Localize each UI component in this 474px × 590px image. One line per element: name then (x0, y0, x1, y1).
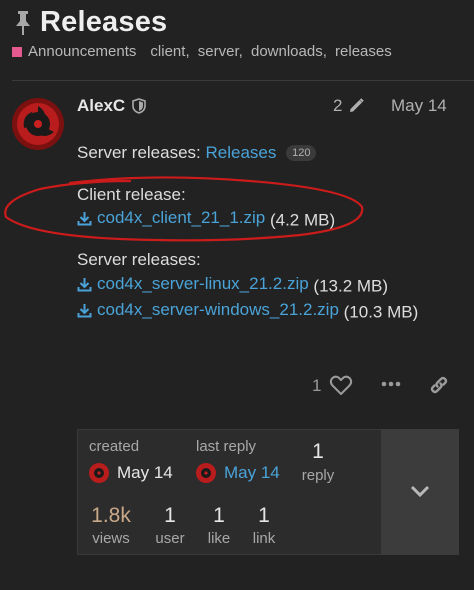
links-count: 1 (258, 504, 270, 527)
views-label: views (92, 530, 130, 547)
header-divider (12, 80, 474, 81)
client-download-link[interactable]: cod4x_client_21_1.zip (77, 208, 265, 228)
releases-link[interactable]: Releases (206, 143, 277, 162)
client-release-heading: Client release: (77, 185, 186, 204)
download-icon (77, 303, 92, 317)
views-count: 1.8k (91, 504, 131, 527)
download-icon (77, 277, 92, 291)
client-file-size: (4.2 MB) (269, 210, 336, 230)
users-count: 1 (164, 504, 176, 527)
edit-history-button[interactable]: 2 (333, 96, 365, 116)
created-label: created (89, 438, 140, 455)
like-count[interactable]: 1 (312, 376, 321, 396)
server-windows-file-size: (10.3 MB) (343, 302, 419, 322)
server-linux-download-link[interactable]: cod4x_server-linux_21.2.zip (77, 274, 309, 294)
created-date[interactable]: May 14 (117, 463, 173, 483)
tag-client[interactable]: client (150, 43, 185, 60)
heart-icon[interactable] (329, 374, 353, 396)
author-name[interactable]: AlexC (77, 96, 125, 116)
last-reply-avatar[interactable] (196, 463, 216, 483)
tag-server[interactable]: server (198, 43, 239, 60)
avatar[interactable] (12, 98, 64, 150)
replies-count: 1 (312, 440, 324, 463)
replies-label: reply (301, 467, 335, 484)
server-releases-heading: Server releases: (77, 250, 201, 269)
server-windows-file-name: cod4x_server-windows_21.2.zip (97, 300, 339, 319)
shield-icon (132, 98, 146, 114)
created-avatar[interactable] (89, 463, 109, 483)
category-link[interactable]: Announcements (28, 43, 136, 60)
server-windows-download-link[interactable]: cod4x_server-windows_21.2.zip (77, 300, 339, 320)
chevron-down-icon (410, 485, 430, 498)
users-label: user (155, 530, 185, 547)
server-linux-download-line: cod4x_server-linux_21.2.zip (13.2 MB) (77, 274, 388, 297)
edit-count: 2 (333, 96, 343, 115)
download-icon (77, 211, 92, 225)
client-file-name: cod4x_client_21_1.zip (97, 208, 266, 227)
tag-releases[interactable]: releases (335, 43, 392, 60)
tag-list: client, server, downloads, releases (150, 43, 392, 60)
pencil-icon (350, 98, 365, 112)
server-windows-download-line: cod4x_server-windows_21.2.zip (10.3 MB) (77, 300, 418, 323)
topic-meta: Announcements client, server, downloads,… (12, 43, 392, 60)
likes-label: like (207, 530, 231, 547)
post-author: AlexC (77, 96, 146, 116)
client-download-line: cod4x_client_21_1.zip (4.2 MB) (77, 208, 335, 231)
page-title[interactable]: Releases (40, 6, 167, 39)
link-click-count-badge: 120 (286, 145, 317, 161)
server-releases-line: Server releases: Releases 120 (77, 143, 317, 163)
link-icon[interactable] (428, 374, 450, 396)
topic-header: Releases (12, 6, 167, 39)
server-linux-file-name: cod4x_server-linux_21.2.zip (97, 274, 309, 293)
last-reply-date[interactable]: May 14 (224, 463, 280, 483)
server-linux-file-size: (13.2 MB) (313, 276, 389, 296)
likes-count: 1 (213, 504, 225, 527)
links-label: link (252, 530, 276, 547)
pin-icon (16, 10, 30, 35)
tag-downloads[interactable]: downloads (251, 43, 323, 60)
post-date[interactable]: May 14 (391, 96, 447, 116)
category-color-badge (12, 46, 22, 57)
server-releases-prefix: Server releases: (77, 143, 201, 162)
more-icon[interactable] (381, 380, 401, 388)
last-reply-label: last reply (196, 438, 257, 455)
